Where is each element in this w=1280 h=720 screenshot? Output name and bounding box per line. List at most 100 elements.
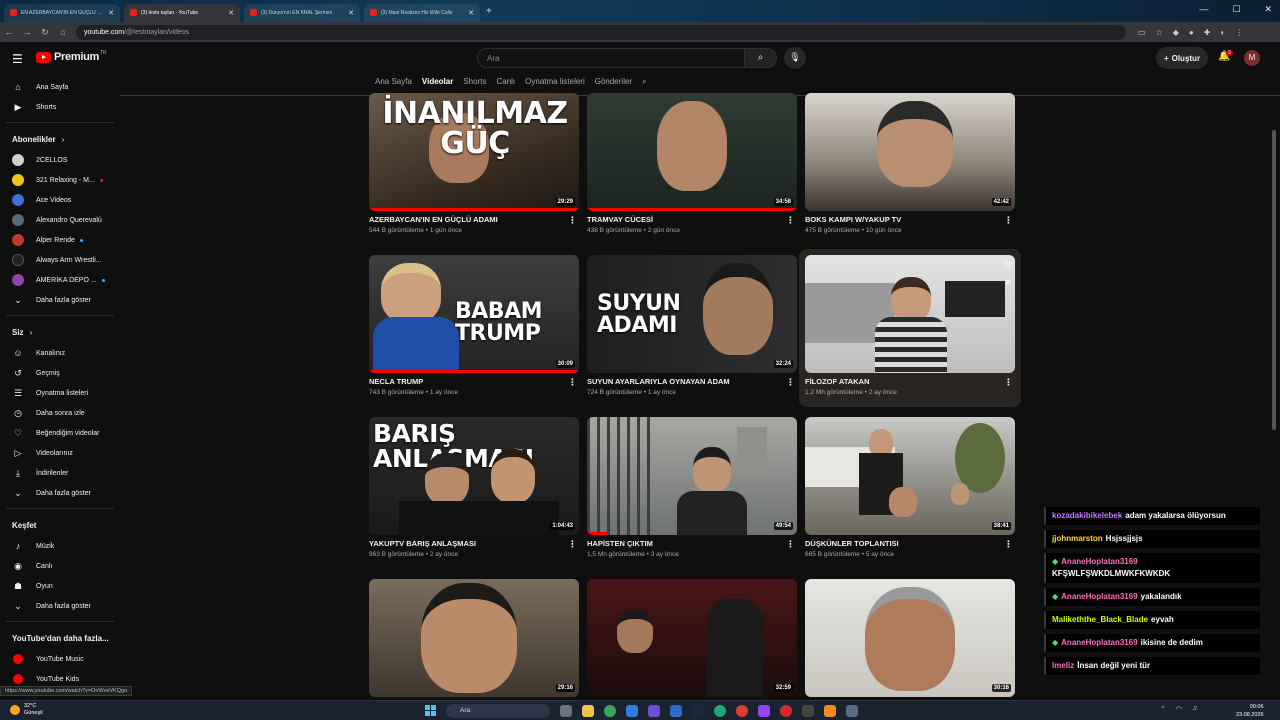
show-more-you[interactable]: ⌄ Daha fazla göster xyxy=(0,483,120,503)
video-thumbnail[interactable]: 49:54 xyxy=(587,417,797,535)
minimize-icon[interactable]: — xyxy=(1199,4,1208,15)
sidebar-subscription[interactable]: Alexandro Querevalú xyxy=(0,210,120,230)
show-more-subscriptions[interactable]: ⌄ Daha fazla göster xyxy=(0,290,120,310)
browser-tab[interactable]: (3) Dünya'nın EN KRAL Şermes ✕ xyxy=(244,3,360,22)
system-clock[interactable]: 00:06 23.08.2026 xyxy=(1236,703,1264,719)
chrome-icon[interactable] xyxy=(604,705,616,717)
video-thumbnail[interactable]: İNANILMAZ GÜÇ 29:29 xyxy=(369,93,579,211)
reload-icon[interactable]: ↻ xyxy=(36,27,54,38)
create-button[interactable]: + Oluştur xyxy=(1156,47,1208,69)
video-title[interactable]: NECLA TRUMP xyxy=(369,377,423,386)
app-icon[interactable] xyxy=(736,705,748,717)
more-actions-icon[interactable]: ⋮ xyxy=(1004,215,1013,226)
app-icon[interactable] xyxy=(670,705,682,717)
video-title[interactable]: DÜŞKÜNLER TOPLANTISI xyxy=(805,539,899,548)
maximize-icon[interactable]: ☐ xyxy=(1232,4,1240,15)
more-actions-icon[interactable]: ⋮ xyxy=(786,215,795,226)
video-thumbnail[interactable]: 38:41 xyxy=(805,417,1015,535)
more-actions-icon[interactable]: ⋮ xyxy=(568,215,577,226)
menu-hamburger-icon[interactable]: ☰ xyxy=(12,52,23,66)
sidebar-item-your-channel[interactable]: ☺ Kanalınız xyxy=(0,343,120,363)
video-title[interactable]: FİLOZOF ATAKAN xyxy=(805,377,869,386)
bookmark-star-icon[interactable]: ☆ xyxy=(1156,28,1163,37)
more-actions-icon[interactable]: ⋮ xyxy=(568,539,577,550)
watch-later-icon[interactable]: ◷ xyxy=(1003,259,1011,270)
sidebar-item-liked[interactable]: ♡ Beğendiğim videolar xyxy=(0,423,120,443)
sidebar-subscription[interactable]: Ace Videos xyxy=(0,190,120,210)
forward-icon[interactable]: → xyxy=(18,27,36,37)
browser-menu-icon[interactable]: ⋮ xyxy=(1235,28,1243,37)
twitch-icon[interactable] xyxy=(758,705,770,717)
steam-icon[interactable] xyxy=(692,705,704,717)
browser-tab-active[interactable]: (3) testo taylan - YouTube ✕ xyxy=(124,3,240,22)
start-button[interactable] xyxy=(425,705,436,716)
file-explorer-icon[interactable] xyxy=(582,705,594,717)
tray-chevron-icon[interactable]: ⌃ xyxy=(1160,705,1166,713)
vlc-icon[interactable] xyxy=(824,705,836,717)
more-actions-icon[interactable]: ⋮ xyxy=(1004,377,1013,388)
sidebar-subscription[interactable]: AMERİKA DEPO ... xyxy=(0,270,120,290)
browser-tab[interactable]: EN AZERBAYCAN'IN EN GÜÇLÜ ADAMI ✕ xyxy=(4,3,120,22)
video-title[interactable]: AZERBAYCAN'IN EN GÜÇLÜ ADAMI xyxy=(369,215,498,224)
close-tab-icon[interactable]: ✕ xyxy=(348,9,354,17)
record-icon[interactable] xyxy=(780,705,792,717)
video-title[interactable]: BOKS KAMPI W/YAKUP TV xyxy=(805,215,901,224)
video-thumbnail[interactable]: 30:16 xyxy=(805,579,1015,697)
mail-icon[interactable] xyxy=(626,705,638,717)
video-thumbnail[interactable]: SUYUN ADAMI 32:24 xyxy=(587,255,797,373)
back-icon[interactable]: ← xyxy=(0,27,18,37)
task-view-icon[interactable] xyxy=(560,705,572,717)
search-button[interactable]: ⌕ xyxy=(745,48,777,68)
sidebar-subscription[interactable]: Always Arm Wrestli... xyxy=(0,250,120,270)
subscriptions-header[interactable]: Abonelikler › xyxy=(0,128,120,150)
video-thumbnail[interactable]: 42:42 xyxy=(805,93,1015,211)
more-actions-icon[interactable]: ⋮ xyxy=(1004,539,1013,550)
volume-icon[interactable]: ♫ xyxy=(1192,705,1197,713)
video-title[interactable]: HAPİSTEN ÇIKTIM xyxy=(587,539,653,548)
sidebar-item-playlists[interactable]: ☰ Oynatma listeleri xyxy=(0,383,120,403)
app-icon[interactable] xyxy=(802,705,814,717)
video-thumbnail[interactable]: BABAM TRUMP 30:09 xyxy=(369,255,579,373)
show-more-explore[interactable]: ⌄ Daha fazla göster xyxy=(0,596,120,616)
weather-widget[interactable]: 32°C Güneşli xyxy=(10,703,43,717)
home-nav-icon[interactable]: ⌂ xyxy=(54,27,72,37)
video-thumbnail[interactable]: 34:58 xyxy=(587,93,797,211)
video-thumbnail[interactable]: ◷ ≡ xyxy=(805,255,1015,373)
more-actions-icon[interactable]: ⋮ xyxy=(568,377,577,388)
sidebar-item-music[interactable]: ♪ Müzik xyxy=(0,536,120,556)
network-icon[interactable]: ◠ xyxy=(1176,705,1182,713)
sidebar-item-shorts[interactable]: ▶ Shorts xyxy=(0,97,120,117)
youtube-premium-logo[interactable]: Premium TR xyxy=(36,50,107,63)
video-title[interactable]: YAKUPTV BARIŞ ANLAŞMASI xyxy=(369,539,476,548)
profile-icon[interactable]: ◐ xyxy=(1220,28,1225,37)
close-tab-icon[interactable]: ✕ xyxy=(228,9,234,17)
sidebar-item-youtube-music[interactable]: YouTube Music xyxy=(0,649,120,669)
close-window-icon[interactable]: ✕ xyxy=(1264,4,1272,15)
video-title[interactable]: TRAMVAY CÜCESİ xyxy=(587,215,653,224)
url-bar[interactable]: youtube.com/@testotaylan/videos xyxy=(76,24,1126,40)
sidebar-subscription[interactable]: 321 Relaxing - M... xyxy=(0,170,120,190)
video-thumbnail[interactable]: 32:59 xyxy=(587,579,797,697)
video-thumbnail[interactable]: BARIŞ ANLAŞMASI 1:04:43 xyxy=(369,417,579,535)
sidebar-item-live[interactable]: ◉ Canlı xyxy=(0,556,120,576)
page-scrollbar[interactable] xyxy=(1272,130,1276,430)
you-header[interactable]: Siz › xyxy=(0,321,120,343)
taskbar-search[interactable]: Ara xyxy=(446,704,550,718)
extension-icon[interactable]: ◆ xyxy=(1173,28,1179,37)
app-icon[interactable] xyxy=(648,705,660,717)
browser-tab[interactable]: (3) Mani Realizes His Wife Calls ✕ xyxy=(364,3,480,22)
close-tab-icon[interactable]: ✕ xyxy=(108,9,114,17)
video-title[interactable]: SUYUN AYARLARIYLA OYNAYAN ADAM xyxy=(587,377,730,386)
edge-icon[interactable] xyxy=(714,705,726,717)
voice-search-button[interactable]: 🎙 xyxy=(784,47,806,69)
sidebar-item-watch-later[interactable]: ◷ Daha sonra izle xyxy=(0,403,120,423)
sidebar-item-history[interactable]: ↺ Geçmiş xyxy=(0,363,120,383)
sidebar-subscription[interactable]: Alper Rende xyxy=(0,230,120,250)
settings-icon[interactable] xyxy=(846,705,858,717)
sidebar-subscription[interactable]: 2CELLOS xyxy=(0,150,120,170)
new-tab-icon[interactable]: + xyxy=(486,6,492,17)
more-actions-icon[interactable]: ⋮ xyxy=(786,539,795,550)
cast-icon[interactable]: ▭ xyxy=(1138,28,1146,37)
add-to-queue-icon[interactable]: ≡ xyxy=(1006,277,1011,287)
sidebar-item-home[interactable]: ⌂ Ana Sayfa xyxy=(0,77,120,97)
